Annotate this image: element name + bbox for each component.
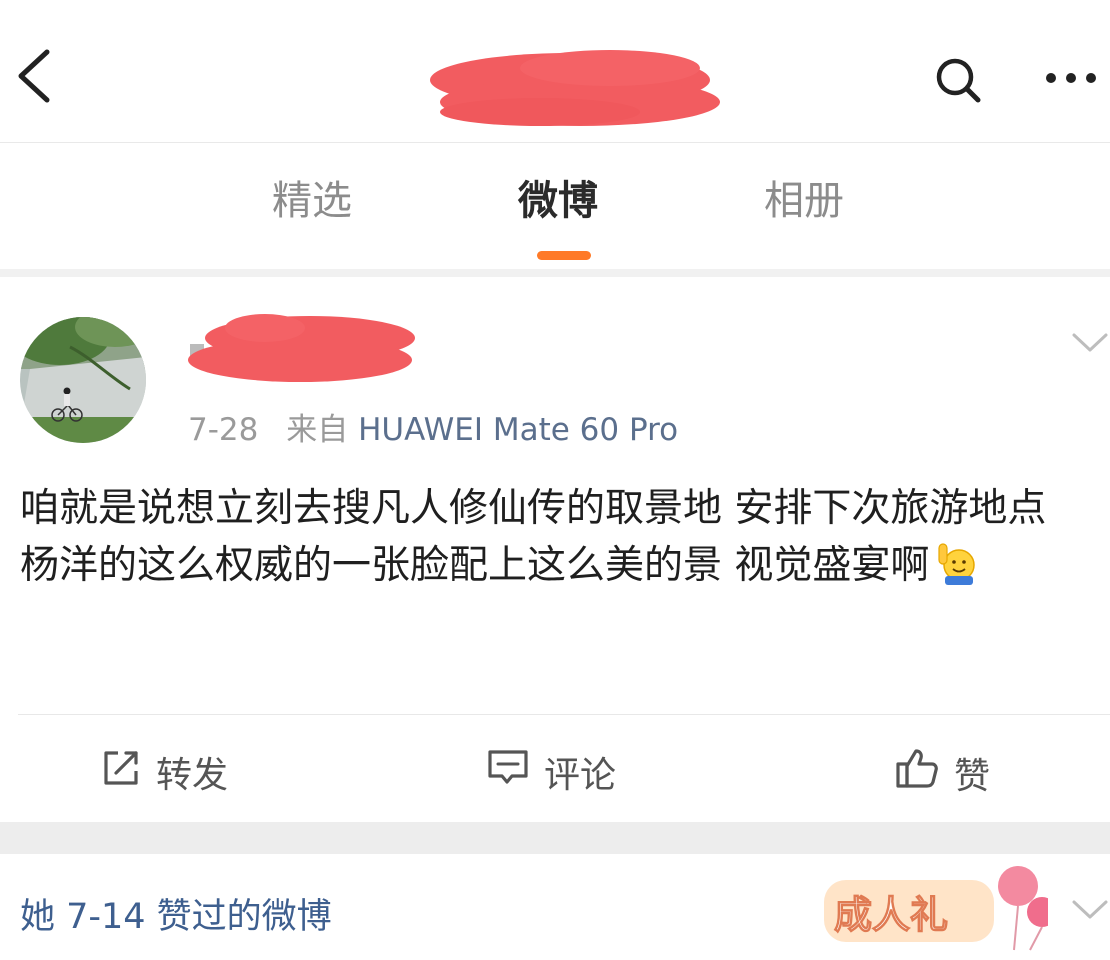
- repost-label: 转发: [156, 755, 229, 796]
- thumbs-up-icon: [894, 746, 940, 799]
- tab-album[interactable]: 相册: [764, 181, 844, 221]
- like-button[interactable]: 赞: [894, 746, 990, 799]
- post-date: 7-28: [188, 412, 259, 448]
- redacted-username: [180, 306, 420, 392]
- repost-icon: [100, 747, 142, 798]
- post-source-prefix: 来自: [286, 412, 349, 448]
- post-text: 咱就是说想立刻去搜凡人修仙传的取景地 安排下次旅游地点 杨洋的这么权威的一张脸配…: [20, 480, 1095, 602]
- post-body: 咱就是说想立刻去搜凡人修仙传的取景地 安排下次旅游地点 杨洋的这么权威的一张脸配…: [20, 486, 1047, 588]
- actions-divider: [18, 714, 1110, 715]
- avatar[interactable]: [20, 317, 146, 443]
- tab-featured[interactable]: 精选: [272, 181, 352, 221]
- search-icon[interactable]: [930, 52, 986, 108]
- comment-button[interactable]: 评论: [486, 746, 616, 798]
- tab-weibo[interactable]: 微博: [518, 181, 598, 221]
- post-meta: 7-28 来自 HUAWEI Mate 60 Pro: [188, 404, 678, 449]
- post-device: HUAWEI Mate 60 Pro: [358, 412, 679, 448]
- more-dots-icon[interactable]: [1040, 58, 1102, 98]
- section-divider: [0, 269, 1110, 277]
- active-tab-indicator: [537, 251, 591, 260]
- like-label: 赞: [954, 755, 991, 797]
- redacted-title: [420, 40, 730, 132]
- chevron-down-icon[interactable]: [1070, 330, 1110, 356]
- liked-section-title[interactable]: 她 7-14 赞过的微博: [20, 888, 332, 939]
- profile-tabs: 精选 微博 相册: [0, 143, 1110, 269]
- section-divider: [0, 822, 1110, 854]
- comment-icon: [486, 747, 530, 798]
- coming-of-age-badge: 成人礼: [818, 858, 1057, 956]
- raise-hand-emoji: [933, 540, 979, 602]
- repost-button[interactable]: 转发: [100, 746, 228, 798]
- badge-text: 成人礼: [834, 895, 948, 937]
- top-bar: [0, 0, 1110, 143]
- back-icon[interactable]: [8, 44, 58, 108]
- chevron-down-icon[interactable]: [1070, 897, 1110, 923]
- comment-label: 评论: [544, 755, 617, 796]
